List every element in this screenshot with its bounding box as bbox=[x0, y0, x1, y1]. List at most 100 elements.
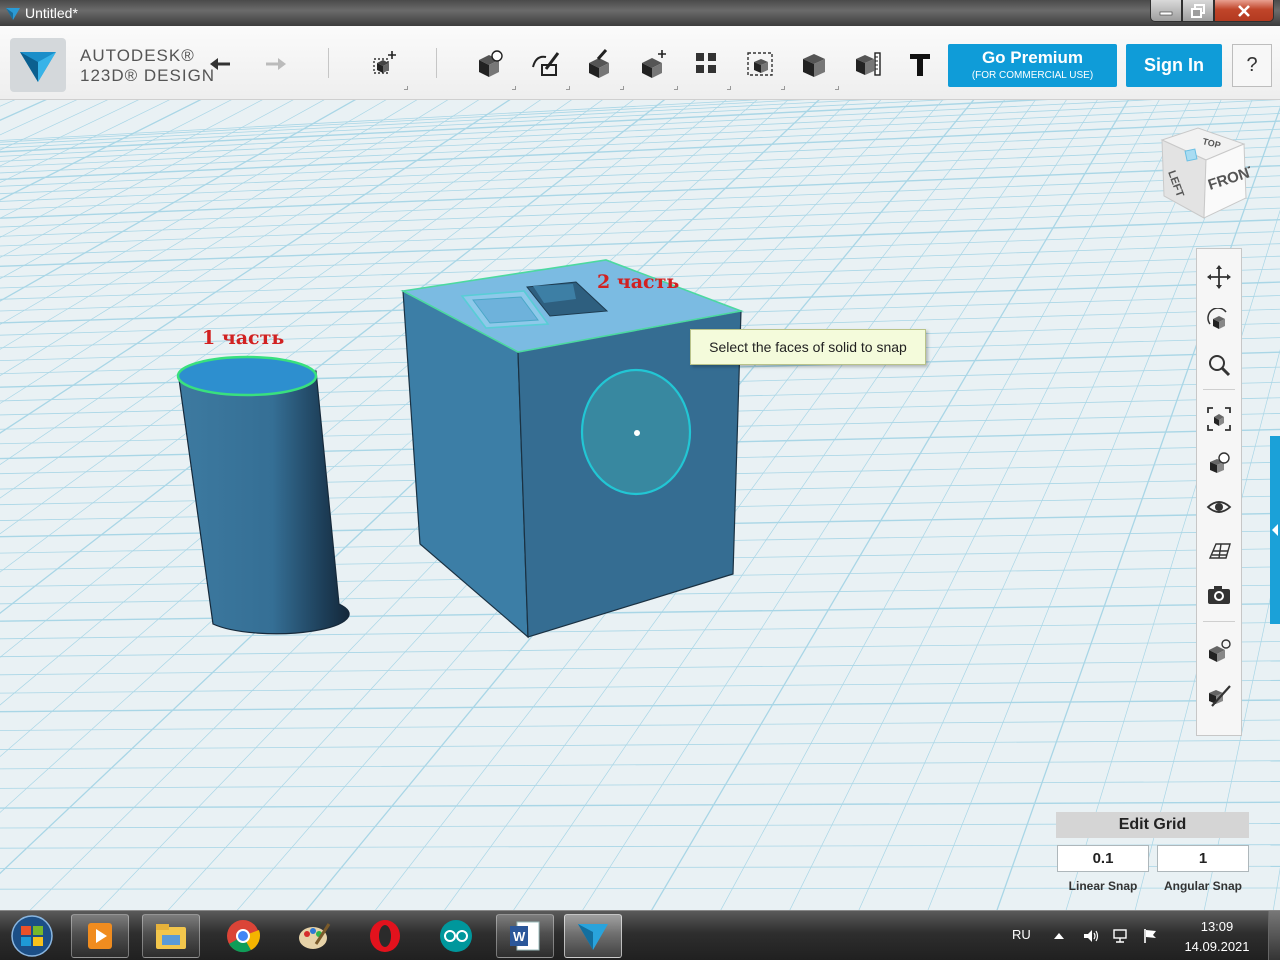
combine-icon bbox=[803, 54, 825, 77]
snap-button[interactable] bbox=[1203, 679, 1235, 711]
network-icon[interactable] bbox=[1112, 927, 1130, 945]
close-button[interactable] bbox=[1214, 0, 1274, 22]
taskbar-123d-design[interactable] bbox=[564, 914, 622, 958]
taskbar-file-explorer[interactable] bbox=[142, 914, 200, 958]
123d-design-icon bbox=[578, 924, 608, 950]
zoom-button[interactable] bbox=[1203, 349, 1235, 381]
minimize-button[interactable] bbox=[1150, 0, 1182, 22]
text-icon bbox=[910, 54, 930, 76]
visibility-button[interactable] bbox=[1203, 491, 1235, 523]
clock-time: 13:09 bbox=[1200, 919, 1234, 934]
side-panel-tab[interactable] bbox=[1270, 436, 1280, 624]
chrome-icon bbox=[227, 920, 261, 953]
screenshot-icon bbox=[1208, 586, 1230, 604]
brand-line-1: AUTODESK® bbox=[80, 46, 195, 65]
box-part-2[interactable] bbox=[400, 259, 744, 639]
orbit-icon bbox=[1207, 308, 1227, 329]
action-center-flag-icon[interactable] bbox=[1142, 927, 1160, 945]
measure-button[interactable] bbox=[848, 44, 888, 84]
taskbar-word[interactable]: W bbox=[496, 914, 554, 958]
grid-button[interactable] bbox=[1203, 535, 1235, 567]
word-icon: W bbox=[510, 921, 540, 951]
zoom-icon bbox=[1209, 355, 1231, 377]
show-desktop-button[interactable] bbox=[1268, 911, 1280, 960]
close-icon bbox=[1238, 4, 1250, 17]
dropdown-caret bbox=[512, 86, 516, 90]
fit-button[interactable] bbox=[1203, 403, 1235, 435]
toolbar-separator bbox=[436, 48, 437, 78]
combine-button[interactable] bbox=[794, 44, 834, 84]
redo-icon bbox=[266, 58, 286, 70]
linear-snap-label: Linear Snap bbox=[1068, 879, 1138, 893]
paint-icon bbox=[299, 923, 331, 949]
scene-canvas[interactable] bbox=[0, 100, 1280, 910]
brand-line-2: 123D® DESIGN bbox=[80, 66, 216, 85]
pan-button[interactable] bbox=[1203, 261, 1235, 293]
part-2-label: 2 часть bbox=[597, 271, 680, 293]
navbar-separator bbox=[1203, 389, 1235, 390]
navbar-separator bbox=[1203, 621, 1235, 622]
visibility-icon bbox=[1206, 501, 1232, 513]
linear-snap-field[interactable]: 0.1 bbox=[1057, 845, 1149, 872]
taskbar-paint[interactable] bbox=[285, 914, 343, 958]
maximize-button[interactable] bbox=[1182, 0, 1214, 22]
modify-icon bbox=[642, 50, 666, 78]
measure-icon bbox=[856, 52, 881, 76]
grouping-button[interactable] bbox=[740, 44, 780, 84]
dropdown-caret bbox=[566, 86, 570, 90]
primitives-button[interactable] bbox=[470, 44, 510, 84]
screenshot-button[interactable] bbox=[1203, 579, 1235, 611]
pattern-icon bbox=[696, 53, 716, 73]
snap-tooltip: Select the faces of solid to snap bbox=[690, 329, 926, 365]
cylinder-part-1[interactable] bbox=[176, 355, 350, 635]
taskbar-arduino[interactable] bbox=[427, 914, 485, 958]
taskbar-opera[interactable] bbox=[356, 914, 414, 958]
autodesk-logo-icon[interactable] bbox=[10, 38, 66, 92]
orbit-button[interactable] bbox=[1203, 305, 1235, 337]
go-premium-button[interactable]: Go Premium (FOR COMMERCIAL USE) bbox=[948, 44, 1117, 87]
media-player-icon bbox=[88, 923, 112, 949]
svg-text:W: W bbox=[513, 929, 526, 944]
taskbar-chrome[interactable] bbox=[214, 914, 272, 958]
transform-icon bbox=[373, 51, 396, 74]
window-title: Untitled* bbox=[25, 5, 78, 21]
file-explorer-icon bbox=[156, 924, 186, 949]
title-bar: Untitled* bbox=[0, 0, 1280, 26]
dropdown-caret bbox=[781, 86, 785, 90]
arduino-icon bbox=[440, 920, 472, 952]
show-hidden-icons-icon[interactable] bbox=[1050, 927, 1068, 945]
undo-icon bbox=[210, 58, 230, 70]
start-button[interactable] bbox=[6, 914, 58, 958]
language-indicator[interactable]: RU bbox=[1012, 927, 1031, 942]
view-cube[interactable]: TOP LEFT FRONT bbox=[1150, 126, 1250, 226]
grouping-icon bbox=[747, 52, 773, 76]
construct-icon bbox=[589, 49, 609, 78]
help-button[interactable]: ? bbox=[1232, 44, 1272, 87]
pattern-button[interactable] bbox=[686, 44, 726, 84]
text-button[interactable] bbox=[900, 44, 940, 84]
view-selected-icon bbox=[1210, 452, 1230, 473]
volume-icon[interactable] bbox=[1082, 927, 1100, 945]
navigation-bar bbox=[1196, 248, 1242, 736]
angular-snap-field[interactable]: 1 bbox=[1157, 845, 1249, 872]
undo-button[interactable] bbox=[202, 44, 242, 84]
redo-button[interactable] bbox=[254, 44, 294, 84]
material-button[interactable] bbox=[1203, 635, 1235, 667]
taskbar-media-player[interactable] bbox=[71, 914, 129, 958]
3d-viewport[interactable]: 1 часть 2 часть Select the faces of soli… bbox=[0, 100, 1280, 910]
sign-in-button[interactable]: Sign In bbox=[1126, 44, 1222, 87]
system-clock[interactable]: 13:09 14.09.2021 bbox=[1174, 917, 1260, 957]
dropdown-caret bbox=[404, 86, 408, 90]
sketch-button[interactable] bbox=[525, 44, 565, 84]
edit-grid-button[interactable]: Edit Grid bbox=[1056, 812, 1249, 838]
fit-icon bbox=[1207, 407, 1231, 431]
construct-button[interactable] bbox=[579, 44, 619, 84]
transform-button[interactable] bbox=[364, 44, 404, 84]
restore-icon bbox=[1191, 3, 1205, 18]
part-1-label: 1 часть bbox=[202, 327, 285, 349]
dropdown-caret bbox=[835, 86, 839, 90]
sketch-icon bbox=[532, 52, 560, 76]
go-premium-sublabel: (FOR COMMERCIAL USE) bbox=[971, 70, 1094, 81]
modify-button[interactable] bbox=[633, 44, 673, 84]
view-selected-button[interactable] bbox=[1203, 447, 1235, 479]
